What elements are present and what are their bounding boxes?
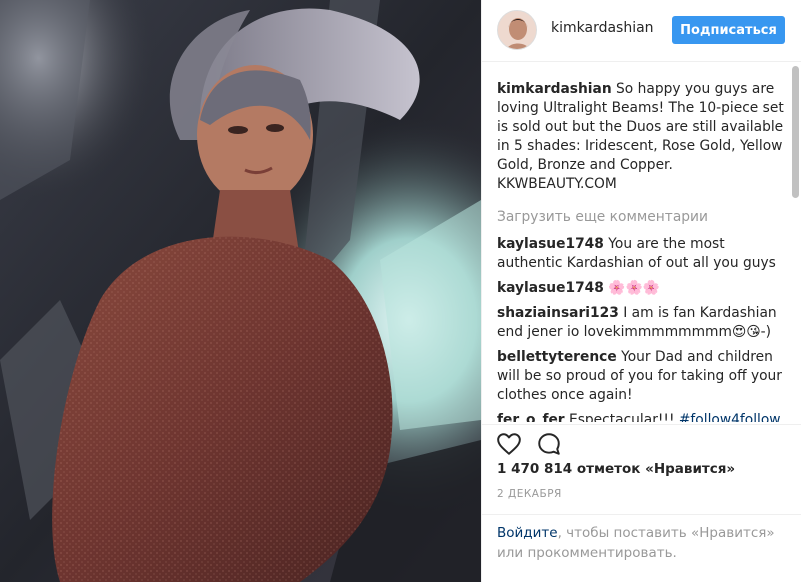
post-header: kimkardashian Подписаться [482, 0, 801, 62]
comment-username[interactable]: fer_o_fer [497, 412, 565, 422]
comment-username[interactable]: kaylasue1748 [497, 280, 604, 296]
follow-button[interactable]: Подписаться [672, 16, 785, 44]
login-prompt: Войдите, чтобы поставить «Нравится» или … [482, 514, 801, 582]
avatar-image [498, 11, 536, 49]
comment-button[interactable] [536, 431, 562, 457]
comment-username[interactable]: bellettyterence [497, 349, 617, 365]
list-item: bellettyterence Your Dad and children wi… [497, 348, 789, 405]
comment-text: Espectacular!!! [569, 412, 679, 422]
list-item: shaziainsari123 I am is fan Kardashian e… [497, 304, 789, 342]
like-button[interactable] [496, 431, 522, 457]
post-panel: kimkardashian Подписаться kimkardashian … [481, 0, 801, 582]
login-link[interactable]: Войдите [497, 525, 558, 541]
comment-username[interactable]: shaziainsari123 [497, 305, 619, 321]
list-item: kaylasue1748 🌸🌸🌸 [497, 279, 789, 298]
login-text: Войдите, чтобы поставить «Нравится» или … [497, 523, 787, 563]
heart-icon [497, 433, 521, 455]
caption-username[interactable]: kimkardashian [497, 81, 612, 97]
load-more-comments-link[interactable]: Загрузить еще комментарии [497, 208, 789, 227]
post-actions: 1 470 814 отметок «Нравится» 2 ДЕКАБРЯ [482, 424, 801, 514]
likes-count[interactable]: 1 470 814 отметок «Нравится» [497, 461, 735, 477]
post-photo[interactable] [0, 0, 481, 582]
comment-hashtag[interactable]: #follow4follow [679, 412, 781, 422]
comments-scrollbar[interactable] [792, 66, 799, 198]
comment-text: 🌸🌸🌸 [608, 280, 660, 296]
header-username[interactable]: kimkardashian [551, 20, 654, 36]
list-item: kaylasue1748 You are the most authentic … [497, 235, 789, 273]
post-image [0, 0, 481, 582]
caption: kimkardashian So happy you guys are lovi… [497, 80, 789, 194]
post-date: 2 ДЕКАБРЯ [497, 488, 562, 500]
comment-username[interactable]: kaylasue1748 [497, 236, 604, 252]
comment-icon [538, 433, 560, 455]
comments-list: kimkardashian So happy you guys are lovi… [497, 80, 789, 422]
list-item: fer_o_fer Espectacular!!! #follow4follow… [497, 411, 789, 422]
avatar[interactable] [497, 10, 537, 50]
caption-text: So happy you guys are loving Ultralight … [497, 81, 784, 192]
